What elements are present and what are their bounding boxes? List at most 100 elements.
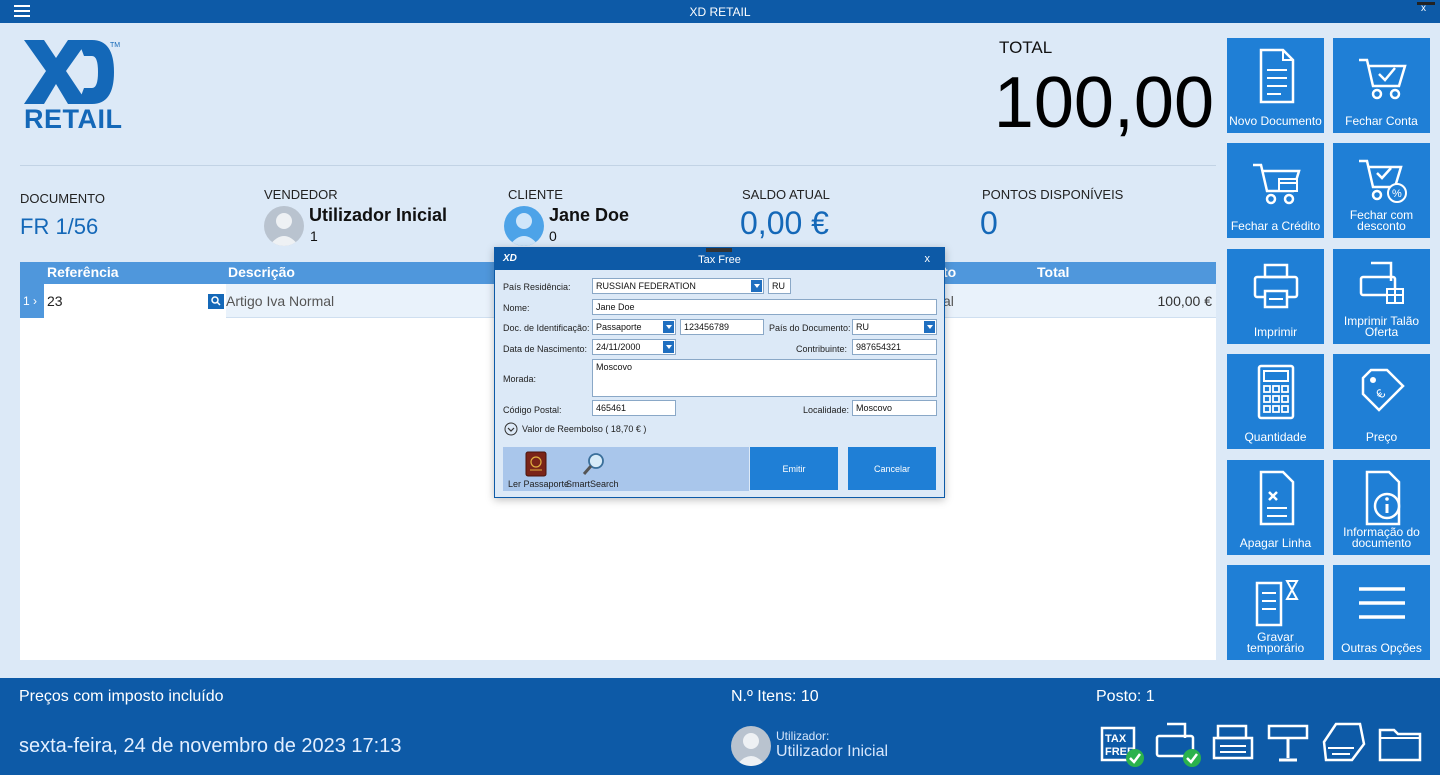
fechar-com-desconto-button[interactable]: % Fechar com desconto (1333, 143, 1430, 238)
receipt-printer-ok-icon[interactable] (1155, 720, 1201, 767)
row-description: Artigo Iva Normal (226, 293, 335, 309)
dialog-title-bar: XD Tax Free x (495, 248, 944, 270)
doc-number-field[interactable]: 123456789 (680, 319, 764, 335)
price-tag-icon: € (1361, 368, 1405, 412)
svg-text:€: € (1373, 386, 1389, 402)
column-descricao[interactable]: Descrição (228, 264, 295, 280)
morada-textarea[interactable]: Moscovo (592, 359, 937, 397)
cancelar-button[interactable]: Cancelar (848, 447, 936, 490)
vendedor-label: VENDEDOR (264, 187, 338, 202)
document-icon (1259, 48, 1295, 104)
logo-text: RETAIL (24, 104, 123, 134)
tax-free-icon[interactable]: TAX FREE (1098, 720, 1144, 767)
localidade-field[interactable]: Moscovo (852, 400, 937, 416)
chevron-down-icon (924, 321, 935, 333)
codigo-postal-label: Código Postal: (503, 405, 562, 415)
doc-identificacao-label: Doc. de Identificação: (503, 323, 590, 333)
svg-text:TAX: TAX (1105, 733, 1127, 745)
pais-residencia-select[interactable]: RUSSIAN FEDERATION (592, 278, 764, 294)
total-label: TOTAL (999, 38, 1053, 57)
pontos-label: PONTOS DISPONÍVEIS (982, 187, 1124, 202)
dialog-title: Tax Free (698, 254, 741, 266)
codigo-postal-field[interactable]: 465461 (592, 400, 676, 416)
smartsearch-button[interactable]: SmartSearch (566, 449, 627, 489)
emitir-button[interactable]: Emitir (750, 447, 838, 490)
menu-icon (1359, 587, 1405, 619)
dialog-close-button[interactable]: x (925, 253, 931, 265)
cliente-number: 0 (549, 228, 557, 244)
title-bar: XD RETAIL x (0, 0, 1440, 23)
header-divider (20, 165, 1216, 166)
outras-opcoes-button[interactable]: Outras Opções (1333, 565, 1430, 660)
documento-value: FR 1/56 (20, 214, 99, 239)
cliente-name: Jane Doe (549, 205, 630, 225)
posto-info: Posto: 1 (1096, 688, 1155, 705)
dialog-tools-panel: Ler Passaporte SmartSearch (503, 447, 749, 491)
cart-check-icon (1359, 58, 1407, 100)
search-icon[interactable] (208, 294, 224, 309)
saldo-value: 0,00 € (740, 205, 829, 241)
documento-label: DOCUMENTO (20, 191, 105, 206)
cash-drawer-icon[interactable] (1322, 720, 1366, 766)
contribuinte-field[interactable]: 987654321 (852, 339, 937, 355)
informacao-do-documento-button[interactable]: Informação do documento (1333, 460, 1430, 555)
calculator-icon (1257, 364, 1295, 420)
row-reference-cell[interactable]: 23 (44, 284, 226, 318)
reembolso-label: Valor de Reembolso ( 18,70 € ) (522, 424, 647, 434)
chevron-down-icon (663, 321, 674, 333)
folder-icon[interactable] (1378, 720, 1422, 766)
column-total[interactable]: Total (1037, 264, 1069, 280)
chevron-down-icon (751, 280, 762, 292)
doc-type-select[interactable]: Passaporte (592, 319, 676, 335)
dialog-grip[interactable] (706, 248, 732, 252)
items-count: N.º Itens: 10 (731, 688, 819, 705)
status-bar: Preços com imposto incluído N.º Itens: 1… (0, 678, 1440, 775)
localidade-label: Localidade: (803, 405, 850, 415)
pontos-value: 0 (980, 205, 998, 241)
novo-documento-button[interactable]: Novo Documento (1227, 38, 1324, 133)
user-avatar (731, 726, 771, 766)
data-nascimento-label: Data de Nascimento: (503, 344, 588, 354)
chevron-down-circle-icon (504, 422, 518, 436)
window-close-button[interactable]: x (1417, 2, 1435, 14)
cash-register-icon[interactable] (1212, 720, 1256, 766)
user-name: Utilizador Inicial (776, 743, 889, 760)
vendedor-number: 1 (310, 228, 318, 244)
vendedor-name: Utilizador Inicial (309, 205, 448, 225)
imprimir-button[interactable]: Imprimir (1227, 249, 1324, 344)
user-label: Utilizador: (776, 729, 830, 743)
cliente-avatar (504, 206, 544, 246)
trademark: TM (110, 42, 120, 49)
tax-free-dialog: XD Tax Free x País Residência: RUSSIAN F… (494, 247, 945, 498)
column-referencia[interactable]: Referência (47, 264, 119, 280)
cart-discount-icon: % (1359, 159, 1407, 203)
row-total: 100,00 € (1157, 293, 1213, 309)
apagar-linha-button[interactable]: Apagar Linha (1227, 460, 1324, 555)
gravar-temporario-button[interactable]: Gravar temporário (1227, 565, 1324, 660)
morada-label: Morada: (503, 374, 537, 384)
imprimir-talao-oferta-button[interactable]: Imprimir Talão Oferta (1333, 249, 1430, 344)
gift-receipt-icon (1359, 261, 1404, 304)
passport-icon (525, 451, 547, 477)
cliente-label: CLIENTE (508, 187, 563, 202)
printer-icon (1253, 263, 1299, 309)
pais-code-field[interactable]: RU (768, 278, 791, 294)
fechar-a-credito-button[interactable]: Fechar a Crédito (1227, 143, 1324, 238)
vendedor-avatar (264, 206, 304, 246)
pais-documento-select[interactable]: RU (852, 319, 937, 335)
nome-field[interactable]: Jane Doe (592, 299, 937, 315)
document-info-icon (1365, 470, 1401, 526)
pais-residencia-label: País Residência: (503, 282, 571, 292)
preco-button[interactable]: € Preço (1333, 354, 1430, 449)
prices-info: Preços com imposto incluído (19, 688, 224, 705)
magnifier-icon (582, 453, 604, 475)
calendar-dropdown-icon (663, 341, 674, 353)
data-nascimento-picker[interactable]: 24/11/2000 (592, 339, 676, 355)
delete-line-icon (1259, 470, 1295, 526)
save-temp-icon (1255, 580, 1299, 627)
fechar-conta-button[interactable]: Fechar Conta (1333, 38, 1430, 133)
pole-display-icon[interactable] (1267, 720, 1311, 766)
row-index: 1 › (20, 284, 44, 318)
quantidade-button[interactable]: Quantidade (1227, 354, 1324, 449)
ler-passaporte-button[interactable]: Ler Passaporte (507, 449, 569, 489)
